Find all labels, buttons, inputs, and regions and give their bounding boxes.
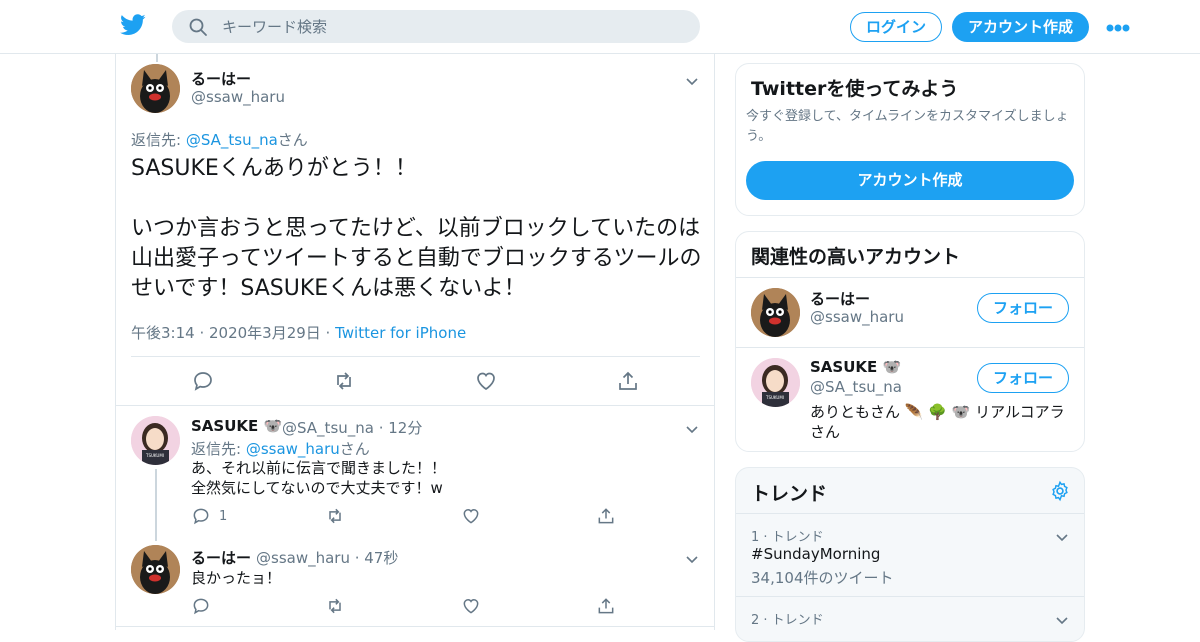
account-handle[interactable]: @SA_tsu_na [810,378,902,396]
avatar[interactable]: TSUKUMI [751,358,800,407]
gear-icon[interactable] [1049,480,1071,502]
reply-author-handle[interactable]: @ssaw_haru · 47秒 [256,547,398,568]
trend-meta: 2 · トレンド [751,613,824,628]
trend-item[interactable]: 1 · トレンド #SundayMorning 34,104件のツイート [736,514,1084,596]
account-handle[interactable]: @ssaw_haru [810,308,904,326]
trend-meta: 1 · トレンド [751,530,824,545]
reply-text: 良かったョ！ [191,569,282,587]
reply-icon[interactable] [191,369,215,393]
retweet-icon[interactable] [325,596,345,616]
like-icon[interactable] [474,369,498,393]
svg-text:TSUKUMI: TSUKUMI [765,395,784,400]
chevron-down-icon[interactable] [685,72,699,86]
signup-card-button[interactable]: アカウント作成 [746,161,1074,200]
reply-author-handle[interactable]: @SA_tsu_na · 12分 [282,417,422,438]
reply-prefix: 返信先: [131,131,186,149]
avatar[interactable]: TSUKUMI [131,416,180,465]
follow-button[interactable]: フォロー [977,363,1069,393]
reply-prefix: 返信先: [191,440,246,458]
related-accounts-card: 関連性の高いアカウント るーはー @ssaw_haru フォロー TSUKUMI… [735,231,1085,452]
search-icon [188,17,208,37]
like-icon[interactable] [461,596,481,616]
reply-suffix: さん [277,131,308,149]
chevron-down-icon[interactable] [1055,528,1069,542]
reply-suffix: さん [339,440,370,458]
reply-to-line: 返信先: @ssaw_haruさん [191,438,370,459]
account-name[interactable]: SASUKE 🐨 [810,358,901,376]
author-handle[interactable]: @ssaw_haru [191,88,285,106]
chevron-down-icon[interactable] [685,550,699,564]
share-icon[interactable] [596,506,616,526]
reply-icon[interactable] [191,506,211,526]
chevron-down-icon[interactable] [1055,611,1069,625]
divider [116,405,714,406]
reply-to-link[interactable]: @SA_tsu_na [186,131,278,149]
trends-title: トレンド [751,483,828,505]
thread-connector [156,54,158,62]
account-bio: ありともさん 🪶 🌳 🐨 リアルコアラさん [810,403,1065,441]
like-icon[interactable] [461,506,481,526]
svg-text:TSUKUMI: TSUKUMI [145,453,164,458]
share-icon[interactable] [596,596,616,616]
tweet-source[interactable]: Twitter for iPhone [335,324,466,342]
tweet-meta: 午後3:14 · 2020年3月29日 · Twitter for iPhone [131,322,466,343]
account-row[interactable]: るーはー @ssaw_haru フォロー [736,278,1084,347]
search-bar[interactable] [172,10,700,43]
divider [131,356,700,357]
retweet-icon[interactable] [332,369,356,393]
follow-button[interactable]: フォロー [977,293,1069,323]
conversation-column: るーはー @ssaw_haru 返信先: @SA_tsu_naさん SASUKE… [115,54,715,630]
share-icon[interactable] [616,369,640,393]
signup-card-title: Twitterを使ってみよう [751,78,959,100]
reply-text: あ、それ以前に伝言で聞きました！！ 全然気にしてないので大丈夫です！w [191,459,447,497]
signup-card: Twitterを使ってみよう 今すぐ登録して、タイムラインをカスタマイズしましょ… [735,63,1085,216]
reply-author-name[interactable]: るーはー [191,547,251,568]
trends-card: トレンド 1 · トレンド #SundayMorning 34,104件のツイー… [735,467,1085,642]
tweet-text: SASUKEくんありがとう！！ いつか言おうと思ってたけど、以前ブロックしていた… [131,156,702,301]
search-input[interactable] [222,10,682,43]
reply-author-name[interactable]: SASUKE 🐨 [191,417,282,435]
avatar[interactable] [751,288,800,337]
retweet-icon[interactable] [325,506,345,526]
trend-item[interactable]: 2 · トレンド [736,597,1084,637]
reply-to-line: 返信先: @SA_tsu_naさん [131,129,308,150]
trend-count: 34,104件のツイート [751,569,894,587]
account-row[interactable]: TSUKUMI SASUKE 🐨 @SA_tsu_na フォロー ありともさん … [736,348,1084,451]
author-name[interactable]: るーはー [191,68,251,89]
trend-name[interactable]: #SundayMorning [751,545,880,563]
account-name[interactable]: るーはー [810,288,870,309]
avatar[interactable] [131,545,180,594]
signup-card-subtitle: 今すぐ登録して、タイムラインをカスタマイズしましょう。 [746,109,1069,144]
reply-to-link[interactable]: @ssaw_haru [246,440,340,458]
more-dots-icon[interactable] [1106,20,1130,34]
avatar[interactable] [131,64,180,113]
twitter-bird-icon[interactable] [120,14,146,36]
login-button[interactable]: ログイン [850,12,942,42]
reply-icon[interactable] [191,596,211,616]
signup-button[interactable]: アカウント作成 [952,12,1089,42]
chevron-down-icon[interactable] [685,420,699,434]
tweet-time[interactable]: 午後3:14 · 2020年3月29日 · [131,324,335,342]
related-accounts-title: 関連性の高いアカウント [751,246,961,268]
reply-count: 1 [219,509,228,524]
top-bar: ログイン アカウント作成 [0,0,1200,54]
divider [116,626,714,627]
thread-connector [155,469,157,541]
